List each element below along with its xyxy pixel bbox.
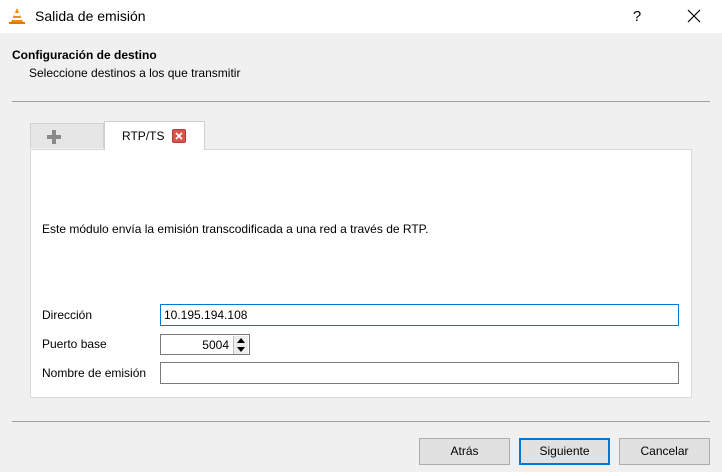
tab-rtp-ts-label: RTP/TS xyxy=(122,129,165,143)
port-increment-button[interactable] xyxy=(233,336,248,345)
address-input[interactable] xyxy=(160,304,679,326)
close-window-button[interactable] xyxy=(676,0,712,33)
port-value: 5004 xyxy=(202,338,229,352)
cancel-button[interactable]: Cancelar xyxy=(619,438,710,465)
help-button[interactable]: ? xyxy=(622,0,652,33)
chevron-up-icon xyxy=(237,338,245,343)
close-icon xyxy=(175,132,183,140)
footer-divider xyxy=(12,421,710,422)
stream-name-input[interactable] xyxy=(160,362,679,384)
module-description: Este módulo envía la emisión transcodifi… xyxy=(42,222,429,236)
page-subtitle: Seleccione destinos a los que transmitir xyxy=(29,66,241,80)
chevron-down-icon xyxy=(237,347,245,352)
header-divider xyxy=(12,101,710,102)
plus-icon xyxy=(47,130,61,144)
close-icon xyxy=(687,9,701,23)
port-decrement-button[interactable] xyxy=(233,345,248,354)
tab-close-button[interactable] xyxy=(172,129,186,143)
title-bar: Salida de emisión ? xyxy=(0,0,722,33)
stream-name-label: Nombre de emisión xyxy=(42,366,147,380)
port-spinbox[interactable]: 5004 xyxy=(160,334,250,355)
page-title: Configuración de destino xyxy=(12,48,157,62)
tab-rtp-ts[interactable]: RTP/TS xyxy=(104,121,205,150)
add-destination-tab[interactable] xyxy=(30,123,104,148)
back-button[interactable]: Atrás xyxy=(419,438,510,465)
address-label: Dirección xyxy=(42,308,93,322)
vlc-cone-icon xyxy=(9,8,25,24)
window-title: Salida de emisión xyxy=(35,8,146,24)
port-label: Puerto base xyxy=(42,337,107,351)
next-button[interactable]: Siguiente xyxy=(519,438,610,465)
rtp-ts-panel xyxy=(30,149,692,398)
